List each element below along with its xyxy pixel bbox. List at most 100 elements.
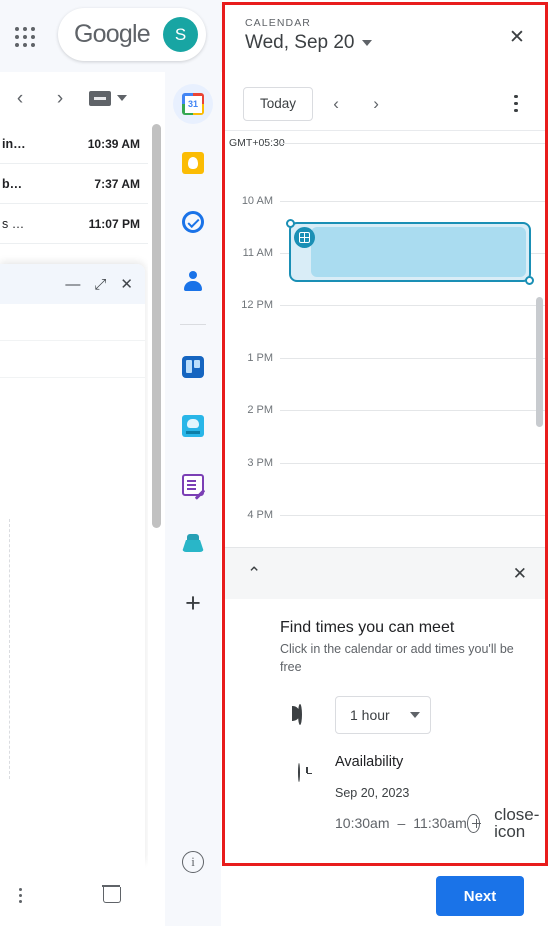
close-icon[interactable]: ✕ <box>513 565 527 582</box>
find-times-collapse-bar: ⌃ ✕ <box>225 547 545 599</box>
duration-select[interactable]: 1 hour <box>335 696 431 735</box>
mail-list: in… 10:39 AM b… 7:37 AM s … 11:07 PM <box>0 124 148 284</box>
info-icon: i <box>182 851 204 873</box>
mail-subject: s … <box>2 216 25 231</box>
archive-button[interactable] <box>80 78 136 118</box>
calendar-icon: 31 <box>182 93 204 115</box>
compose-window-controls: — ⤢ ✕ <box>0 264 145 304</box>
grid-line <box>280 201 545 202</box>
back-button[interactable]: ‹ <box>0 78 40 118</box>
recipient-field[interactable] <box>0 304 145 341</box>
mail-time: 10:39 AM <box>87 136 140 151</box>
close-panel-button[interactable]: ✕ <box>503 23 531 51</box>
sidebar-item-teal-addon[interactable] <box>173 524 213 564</box>
archive-icon <box>89 90 111 106</box>
close-icon[interactable]: close-icon <box>494 806 545 840</box>
list-item[interactable]: b… 7:37 AM <box>0 164 148 204</box>
find-times-title: Find times you can meet <box>280 619 455 636</box>
sidebar-item-trello[interactable] <box>173 347 213 387</box>
panel-footer: Next <box>222 866 550 926</box>
grid-line <box>280 463 545 464</box>
plus-circle-icon[interactable] <box>466 813 482 833</box>
list-item[interactable]: in… 10:39 AM <box>0 124 148 164</box>
sidebar-item-keep[interactable] <box>173 143 213 183</box>
grid-line <box>280 358 545 359</box>
calendar-scrollbar-thumb[interactable] <box>536 297 543 427</box>
next-day-button[interactable]: › <box>359 87 393 121</box>
event-grid-icon <box>294 227 315 248</box>
sidebar-item-bot-addon[interactable] <box>173 406 213 446</box>
minimize-icon[interactable]: — <box>65 277 80 292</box>
mail-subject: in… <box>2 136 26 151</box>
event-fill <box>311 227 526 277</box>
subject-field[interactable] <box>0 341 145 378</box>
sidebar-item-tasks[interactable] <box>173 202 213 242</box>
grid-line <box>280 143 545 144</box>
rail-divider <box>180 324 206 325</box>
calendar-event-block[interactable] <box>286 219 534 285</box>
compose-footer <box>0 864 145 926</box>
trello-icon <box>182 356 204 378</box>
calendar-toolbar: Today ‹ › <box>225 77 545 131</box>
availability-time-range: 10:30am – 11:30am close-icon <box>335 806 539 840</box>
compose-window: — ⤢ ✕ <box>0 264 145 864</box>
availability-start-time: 10:30am <box>335 815 390 832</box>
add-addon-button[interactable]: + <box>173 583 213 623</box>
hour-label: 11 AM <box>242 247 273 259</box>
close-icon[interactable]: ✕ <box>120 277 133 292</box>
chevron-down-icon <box>361 40 372 46</box>
side-app-rail: 31 + i <box>165 72 221 926</box>
availability-section: Availability Sep 20, 2023 10:30am – 11:3… <box>280 754 539 840</box>
trash-icon[interactable] <box>102 884 121 903</box>
apps-grid-icon[interactable] <box>12 24 38 50</box>
date-selector[interactable]: Wed, Sep 20 <box>245 32 545 54</box>
clock-icon <box>298 763 300 783</box>
compose-fields <box>0 304 145 378</box>
chevron-down-icon <box>117 95 127 101</box>
list-item[interactable]: s … 11:07 PM <box>0 204 148 244</box>
google-search-pill[interactable]: Google S <box>58 8 206 61</box>
timezone-label: GMT+05:30 <box>229 137 285 149</box>
grid-line <box>280 305 545 306</box>
more-options-icon[interactable] <box>5 887 35 903</box>
mail-time: 7:37 AM <box>94 176 140 191</box>
hour-label: 4 PM <box>247 509 273 521</box>
chevron-down-icon <box>410 712 420 719</box>
panel-kicker: CALENDAR <box>245 17 311 29</box>
grid-line <box>280 515 545 516</box>
more-options-icon[interactable] <box>503 91 529 116</box>
notes-addon-icon <box>182 474 204 496</box>
resize-handle-bottom[interactable] <box>525 276 534 285</box>
chevron-up-icon[interactable]: ⌃ <box>247 565 261 582</box>
duration-row: 1 hour <box>280 696 523 735</box>
find-times-section: Find times you can meet Click in the cal… <box>225 599 545 840</box>
next-button[interactable]: Next <box>436 876 524 916</box>
panel-header: CALENDAR Wed, Sep 20 ✕ <box>225 5 545 77</box>
mail-scrollbar-thumb[interactable] <box>152 124 161 528</box>
bot-addon-icon <box>182 415 204 437</box>
sidebar-item-calendar[interactable]: 31 <box>173 84 213 124</box>
screen: Google S ‹ › in… 10:39 AM b… 7:37 AM s …… <box>0 0 550 926</box>
compose-body[interactable] <box>0 519 10 779</box>
availability-title: Availability <box>335 754 404 771</box>
sidebar-item-notes-addon[interactable] <box>173 465 213 505</box>
google-wordmark: Google <box>74 20 151 48</box>
mail-time: 11:07 PM <box>88 216 140 231</box>
hour-label: 3 PM <box>247 457 273 469</box>
mail-subject: b… <box>2 176 23 191</box>
hour-label: 1 PM <box>247 352 273 364</box>
prev-day-button[interactable]: ‹ <box>319 87 353 121</box>
keep-icon <box>182 152 204 174</box>
grid-line <box>280 410 545 411</box>
forward-button[interactable]: › <box>40 78 80 118</box>
info-button[interactable]: i <box>173 842 213 882</box>
calendar-grid[interactable]: GMT+05:30 10 AM 11 AM 12 PM 1 PM 2 PM 3 PM 4 P… <box>225 131 545 547</box>
resize-handle-top[interactable] <box>286 219 295 228</box>
today-button[interactable]: Today <box>243 86 314 121</box>
sidebar-item-contacts[interactable] <box>173 261 213 301</box>
expand-icon[interactable]: ⤢ <box>94 277 106 292</box>
avatar[interactable]: S <box>163 17 198 52</box>
contacts-icon <box>182 270 204 292</box>
hour-label: 10 AM <box>241 195 273 207</box>
teal-addon-icon <box>182 534 204 554</box>
